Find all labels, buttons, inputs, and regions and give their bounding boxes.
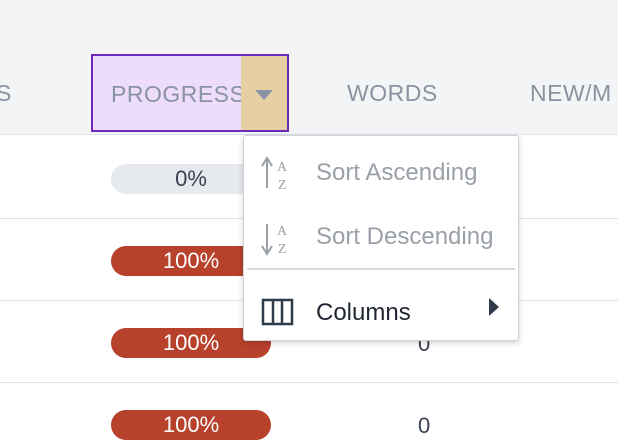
sort-descending-item[interactable]: A Z Sort Descending (244, 206, 518, 262)
column-header-words[interactable]: WORDS (347, 80, 438, 107)
column-menu-toggle[interactable] (241, 56, 287, 130)
svg-text:A: A (277, 160, 288, 175)
sort-ascending-item[interactable]: A Z Sort Ascending (244, 142, 518, 198)
sort-alpha-desc-icon: A Z (261, 224, 288, 257)
svg-text:Z: Z (278, 178, 287, 193)
column-header-new[interactable]: NEW/M (530, 80, 612, 107)
sort-alpha-asc-icon: A Z (261, 156, 288, 193)
columns-label: Columns (316, 299, 411, 326)
columns-item[interactable]: Columns (244, 282, 518, 338)
column-header-prev[interactable]: S (0, 80, 12, 107)
sort-descending-label: Sort Descending (316, 223, 494, 250)
caret-right-icon (489, 298, 499, 316)
column-menu: A Z Sort Ascending A Z Sort Descending C… (243, 135, 519, 341)
menu-divider (247, 268, 515, 270)
progress-badge: 100% (111, 410, 271, 440)
words-cell: 0 (418, 413, 431, 438)
row-divider (0, 382, 618, 383)
columns-icon (261, 298, 294, 326)
svg-text:Z: Z (278, 242, 287, 257)
progress-header-label: PROGRESS (111, 81, 246, 107)
column-header-progress[interactable]: PROGRESS (91, 54, 289, 132)
sort-ascending-label: Sort Ascending (316, 159, 478, 186)
caret-down-icon (255, 90, 273, 100)
svg-text:A: A (277, 224, 288, 239)
